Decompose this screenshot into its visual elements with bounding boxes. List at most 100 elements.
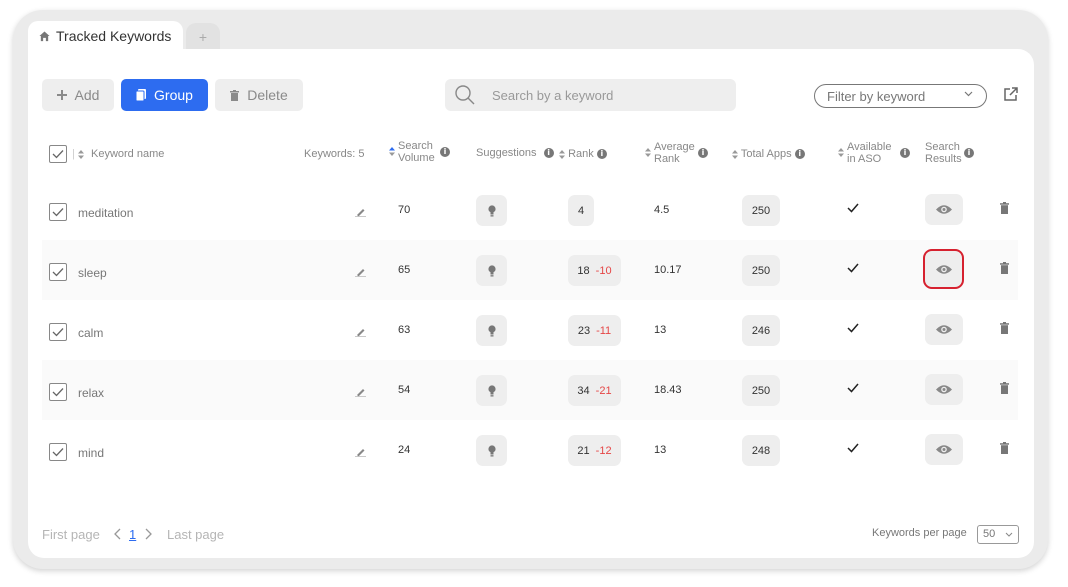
group-icon (136, 89, 147, 101)
pencil-icon[interactable] (355, 447, 366, 457)
info-icon[interactable]: i (596, 149, 607, 160)
keyword-name: sleep (78, 266, 107, 280)
total-apps-badge: 250 (742, 195, 780, 226)
per-page-label: Keywords per page (872, 527, 967, 539)
chevron-left-icon[interactable] (114, 528, 121, 540)
view-results-button[interactable] (925, 314, 963, 345)
checkmark-icon (52, 388, 64, 397)
view-results-button[interactable] (923, 249, 964, 289)
checkmark-icon (52, 150, 64, 159)
trash-icon[interactable] (1000, 442, 1009, 454)
filter-dropdown[interactable]: Filter by keyword (814, 84, 987, 108)
info-icon[interactable]: i (698, 148, 708, 158)
pencil-icon[interactable] (355, 267, 366, 277)
available-in-aso-header[interactable]: Available in ASO i (838, 141, 910, 165)
sort-icon (732, 149, 738, 159)
chevron-down-icon (964, 91, 973, 97)
rank-badge: 4 (568, 195, 594, 226)
eye-icon (936, 445, 952, 454)
keywords-count: Keywords: 5 (304, 148, 365, 160)
group-button-label: Group (154, 87, 193, 103)
total-apps-header[interactable]: Total Apps i (732, 148, 805, 160)
rank-change: -21 (595, 384, 612, 397)
last-page-link[interactable]: Last page (167, 527, 224, 542)
eye-icon (936, 205, 952, 214)
suggestions-header: Suggestions i (476, 147, 554, 159)
pencil-icon[interactable] (355, 207, 366, 217)
row-checkbox[interactable] (49, 203, 67, 221)
keyword-name: meditation (78, 206, 134, 220)
pencil-icon[interactable] (355, 327, 366, 337)
trash-icon (230, 89, 240, 101)
sort-icon (389, 147, 395, 156)
current-page-link[interactable]: 1 (129, 527, 136, 542)
row-checkbox[interactable] (49, 383, 67, 401)
plus-icon (56, 90, 67, 100)
trash-icon[interactable] (1000, 382, 1009, 394)
keyword-search[interactable] (445, 79, 736, 111)
suggestions-button[interactable] (476, 255, 507, 286)
group-button[interactable]: Group (121, 79, 208, 111)
search-volume: 54 (398, 384, 411, 396)
info-icon[interactable]: i (543, 148, 554, 159)
trash-icon[interactable] (1000, 322, 1009, 334)
first-page-link[interactable]: First page (42, 527, 100, 542)
trash-icon[interactable] (1000, 262, 1009, 274)
view-results-button[interactable] (925, 434, 963, 465)
bulb-icon (487, 444, 496, 456)
table-row: mind 24 21 -12 13 248 (42, 420, 1018, 480)
average-rank: 10.17 (654, 264, 682, 276)
checkmark-icon (52, 328, 64, 337)
search-input[interactable] (492, 87, 722, 103)
keyword-name: calm (78, 326, 104, 340)
select-all-checkbox[interactable] (49, 145, 67, 163)
bulb-icon (487, 204, 496, 216)
average-rank-header[interactable]: Average Rank i (645, 141, 708, 165)
sort-icon (838, 148, 844, 157)
tab-tracked-keywords[interactable]: Tracked Keywords (28, 21, 183, 51)
trash-icon[interactable] (1000, 202, 1009, 214)
row-checkbox[interactable] (49, 323, 67, 341)
suggestions-button[interactable] (476, 315, 507, 346)
rank-badge: 34 -21 (568, 375, 621, 406)
rank-header[interactable]: Rank i (559, 148, 607, 160)
per-page-value: 50 (983, 528, 996, 540)
search-volume-header[interactable]: Search Volume i (389, 140, 450, 164)
per-page-select[interactable]: 50 (977, 525, 1019, 544)
eye-icon (935, 264, 952, 274)
eye-icon (936, 325, 952, 334)
suggestions-button[interactable] (476, 435, 507, 466)
keyword-name-header[interactable]: | Keyword name (72, 148, 164, 160)
total-apps-badge: 250 (742, 255, 780, 286)
keyword-name: mind (78, 446, 105, 460)
filter-label: Filter by keyword (827, 88, 926, 104)
search-icon (455, 85, 475, 105)
view-results-button[interactable] (925, 374, 963, 405)
checkmark-icon (52, 208, 64, 217)
suggestions-button[interactable] (476, 375, 507, 406)
row-checkbox[interactable] (49, 443, 67, 461)
info-icon[interactable]: i (900, 148, 910, 158)
rank-change: -11 (596, 324, 612, 337)
search-volume: 63 (398, 324, 411, 336)
suggestions-button[interactable] (476, 195, 507, 226)
add-tab-button[interactable]: + (186, 23, 220, 50)
bulb-icon (487, 384, 496, 396)
info-icon[interactable]: i (440, 147, 450, 157)
home-icon (39, 30, 50, 41)
search-volume: 70 (398, 204, 411, 216)
view-results-button[interactable] (925, 194, 963, 225)
rank-badge: 23 -11 (568, 315, 621, 346)
search-volume: 65 (398, 264, 411, 276)
pencil-icon[interactable] (355, 387, 366, 397)
chevron-right-icon[interactable] (145, 528, 152, 540)
row-checkbox[interactable] (49, 263, 67, 281)
search-results-header: Search Results i (925, 141, 974, 165)
add-button[interactable]: Add (42, 79, 114, 111)
rank-change: -12 (595, 444, 612, 457)
info-icon[interactable]: i (964, 148, 974, 158)
delete-button[interactable]: Delete (215, 79, 303, 111)
export-icon[interactable] (1004, 87, 1018, 101)
info-icon[interactable]: i (794, 149, 805, 160)
delete-button-label: Delete (247, 87, 288, 103)
